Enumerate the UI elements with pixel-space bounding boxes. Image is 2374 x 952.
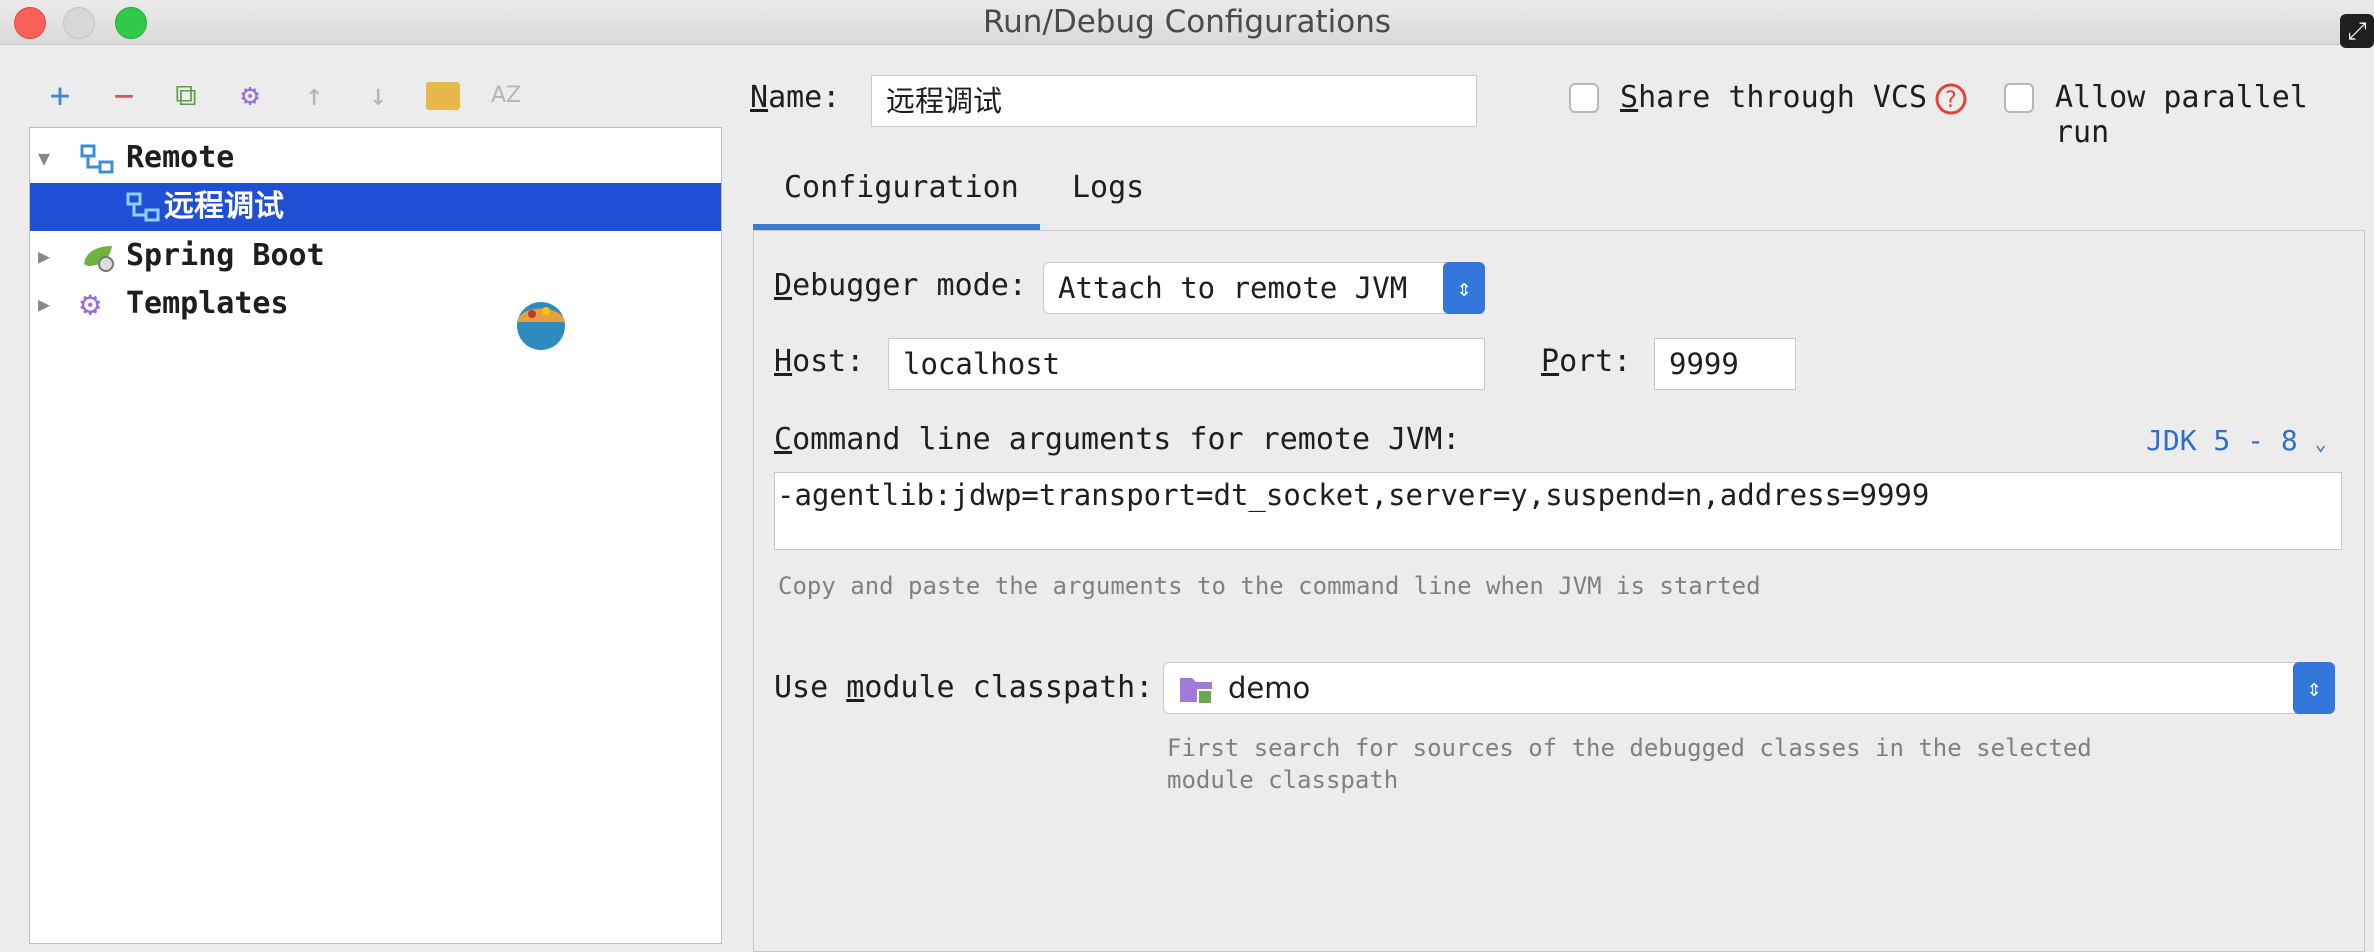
remote-icon [126,192,160,222]
tab-configuration[interactable]: Configuration [784,170,1019,205]
module-classpath-select[interactable]: demo [1163,662,2335,714]
spring-boot-icon [84,246,114,272]
remote-icon [80,144,114,174]
tree-item-templates[interactable]: ▶ ⚙ Templates [30,280,721,328]
port-input[interactable]: 9999 [1654,338,1796,390]
cursor-sprite-icon [517,302,565,350]
title-bar: Run/Debug Configurations [0,0,2374,45]
host-label: Host: [774,344,865,379]
tree-item-label: Templates [126,286,289,321]
help-icon[interactable]: ? [1934,82,1968,116]
module-hint-line2: module classpath [1167,766,1399,794]
tree-item-label: 远程调试 [164,189,284,224]
tree-item-spring-boot[interactable]: ▶ Spring Boot [30,232,721,280]
tab-logs[interactable]: Logs [1072,170,1144,205]
module-folder-icon [1180,678,1213,705]
allow-parallel-checkbox[interactable] [2004,83,2034,113]
command-line-hint: Copy and paste the arguments to the comm… [778,572,1761,600]
gear-icon: ⚙ [80,284,101,324]
command-line-label: Command line arguments for remote JVM: [774,422,1461,457]
tree-item-remote[interactable]: ▼ Remote [30,134,721,182]
gear-icon[interactable]: ⚙ [230,76,270,116]
command-line-args-field[interactable]: -agentlib:jdwp=transport=dt_socket,serve… [774,472,2342,550]
share-vcs-label: Share through VCS [1620,80,1928,115]
jdk-version-label: JDK 5 - 8 [2146,424,2298,457]
copy-icon[interactable]: ⧉ [166,76,206,116]
window-title: Run/Debug Configurations [982,4,1392,40]
remove-icon[interactable]: − [104,76,144,116]
tree-item-remote-debug[interactable]: 远程调试 [30,183,721,231]
add-icon[interactable]: + [40,76,80,116]
share-vcs-checkbox[interactable] [1569,83,1599,113]
port-label: Port: [1541,344,1632,379]
select-arrows-icon[interactable]: ⇕ [2293,662,2335,714]
collapsed-arrow-icon[interactable]: ▶ [38,232,50,280]
module-classpath-label: Use module classpath: [774,670,1154,705]
select-arrows-icon[interactable]: ⇕ [1443,262,1485,314]
arrow-down-icon[interactable]: ↓ [358,76,398,116]
svg-text:?: ? [1945,88,1957,113]
module-hint-line1: First search for sources of the debugged… [1167,734,2092,762]
host-input[interactable]: localhost [888,338,1485,390]
fullscreen-icon[interactable]: ⤢ [2340,14,2374,48]
debugger-mode-label: Debugger mode: [774,268,1027,303]
sort-az-icon[interactable]: AZ [486,76,526,116]
chevron-down-icon: ⌄ [2314,431,2327,455]
folder-icon[interactable] [426,82,460,110]
tree-item-label: Remote [126,140,235,175]
name-label: Name: [750,80,841,115]
configuration-tree: ▼ Remote 远程调试 ▶ Spring Boot ▶ ⚙ Template… [29,127,722,944]
arrow-up-icon[interactable]: ↑ [294,76,334,116]
debugger-mode-select[interactable]: Attach to remote JVM [1043,262,1485,314]
collapsed-arrow-icon[interactable]: ▶ [38,280,50,328]
jdk-version-dropdown[interactable]: JDK 5 - 8 ⌄ [2146,424,2327,457]
allow-parallel-label: Allow parallel run [2055,80,2308,150]
name-input[interactable]: 远程调试 [871,75,1477,127]
tree-item-label: Spring Boot [126,238,325,273]
expanded-arrow-icon[interactable]: ▼ [38,134,50,182]
